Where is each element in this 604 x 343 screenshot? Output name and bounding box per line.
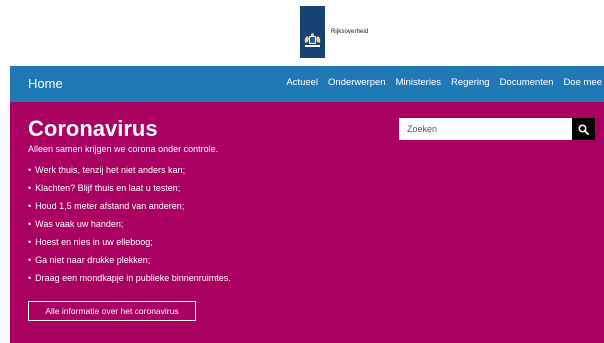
- nav-item-regering[interactable]: Regering: [451, 77, 490, 88]
- list-item-text: Hoest en nies in uw elleboog;: [35, 237, 153, 247]
- search-button[interactable]: [572, 118, 595, 140]
- nav-item-onderwerpen[interactable]: Onderwerpen: [328, 77, 386, 88]
- hero-intro: Alleen samen krijgen we corona onder con…: [28, 144, 219, 154]
- page-margin: [0, 330, 10, 343]
- search-icon: [578, 123, 589, 135]
- rijksoverheid-logo[interactable]: Rijksoverheid: [300, 6, 368, 58]
- list-item-text: Draag een mondkapje in publieke binnenru…: [35, 273, 231, 283]
- nav-item-doe-mee[interactable]: Doe mee: [563, 77, 602, 88]
- nav-home-link[interactable]: Home: [28, 76, 63, 91]
- logo-ribbon: [300, 6, 325, 58]
- hero-title: Coronavirus: [28, 116, 158, 141]
- main-navigation: Home Actueel Onderwerpen Ministeries Reg…: [10, 66, 604, 102]
- bullet-icon: •: [28, 273, 32, 283]
- list-item-text: Werk thuis, tenzij het niet anders kan;: [35, 165, 186, 175]
- corona-hero-panel: Coronavirus Alleen samen krijgen we coro…: [10, 102, 604, 343]
- search-bar: [399, 118, 595, 140]
- corona-info-button[interactable]: Alle informatie over het coronavirus: [28, 301, 196, 321]
- bullet-icon: •: [28, 201, 32, 211]
- nav-item-actueel[interactable]: Actueel: [286, 77, 318, 88]
- list-item-text: Klachten? Blijf thuis en laat u testen;: [35, 183, 181, 193]
- coat-of-arms-icon: [304, 33, 321, 47]
- list-item: • Werk thuis, tenzij het niet anders kan;: [28, 164, 231, 182]
- list-item-text: Ga niet naar drukke plekken;: [35, 255, 151, 265]
- list-item-text: Was vaak uw handen;: [35, 219, 124, 229]
- bullet-icon: •: [28, 183, 32, 193]
- site-header: Rijksoverheid: [0, 0, 604, 66]
- bullet-icon: •: [28, 219, 32, 229]
- measures-list: • Werk thuis, tenzij het niet anders kan;…: [28, 164, 231, 290]
- list-item: • Hoest en nies in uw elleboog;: [28, 236, 231, 254]
- bullet-icon: •: [28, 165, 32, 175]
- list-item: • Was vaak uw handen;: [28, 218, 231, 236]
- nav-item-documenten[interactable]: Documenten: [500, 77, 554, 88]
- bullet-icon: •: [28, 255, 32, 265]
- list-item-text: Houd 1,5 meter afstand van anderen;: [35, 201, 185, 211]
- nav-item-ministeries[interactable]: Ministeries: [396, 77, 441, 88]
- logo-text: Rijksoverheid: [331, 29, 369, 35]
- search-input[interactable]: [399, 118, 572, 140]
- list-item: • Klachten? Blijf thuis en laat u testen;: [28, 182, 231, 200]
- nav-menu: Actueel Onderwerpen Ministeries Regering…: [286, 77, 602, 88]
- list-item: • Houd 1,5 meter afstand van anderen;: [28, 200, 231, 218]
- list-item: • Ga niet naar drukke plekken;: [28, 254, 231, 272]
- list-item: • Draag een mondkapje in publieke binnenr…: [28, 272, 231, 290]
- bullet-icon: •: [28, 237, 32, 247]
